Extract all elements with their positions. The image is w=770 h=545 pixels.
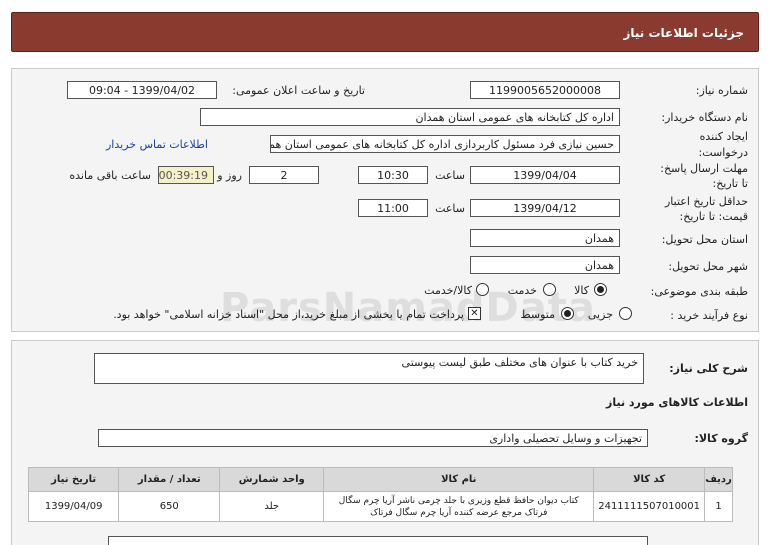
need-number-field: 1199005652000008 xyxy=(470,81,620,99)
category-both-radio[interactable] xyxy=(476,283,489,296)
summary-field: خرید کتاب با عنوان های مختلف طبق لیست پی… xyxy=(94,353,644,384)
cell-unit: جلد xyxy=(219,491,325,522)
process-label: نوع فرآیند خرید : xyxy=(670,309,748,322)
page-title: جزئیات اطلاعات نیاز xyxy=(623,26,744,40)
deadline-label-2: تا تاریخ: xyxy=(712,177,748,190)
category-goods-radio[interactable] xyxy=(594,283,607,296)
days-label: روز و xyxy=(217,169,242,182)
deadline-date-field: 1399/04/04 xyxy=(470,166,620,184)
goods-table: ردیف کد کالا نام کالا واحد شمارش تعداد /… xyxy=(27,467,733,522)
creator-label-1: ایجاد کننده xyxy=(699,130,748,143)
cell-row: 1 xyxy=(704,491,733,522)
process-medium-radio[interactable] xyxy=(561,307,574,320)
city-field: همدان xyxy=(470,256,620,274)
announce-label: تاریخ و ساعت اعلان عمومی: xyxy=(232,84,365,97)
buyer-field: اداره کل کتابخانه های عمومی استان همدان xyxy=(200,108,620,126)
province-field: همدان xyxy=(470,229,620,247)
deadline-time-field: 10:30 xyxy=(358,166,428,184)
category-both-label: کالا/خدمت xyxy=(424,284,472,297)
cell-code: 2411111507010001 xyxy=(593,491,706,522)
table-row: 1 2411111507010001 کتاب دیوان حافظ قطع و… xyxy=(27,491,733,522)
announce-field: 1399/04/02 - 09:04 xyxy=(67,81,217,99)
category-service-radio[interactable] xyxy=(543,283,556,296)
col-name: نام کالا xyxy=(323,467,595,492)
remaining-label: ساعت باقی مانده xyxy=(69,169,151,182)
goods-group-label: گروه کالا: xyxy=(694,432,748,445)
buyer-label: نام دستگاه خریدار: xyxy=(661,111,748,124)
validity-label-1: حداقل تاریخ اعتبار xyxy=(664,195,748,208)
cell-date: 1399/04/09 xyxy=(27,491,120,522)
category-label: طبقه بندی موضوعی: xyxy=(650,285,748,298)
col-qty: تعداد / مقدار xyxy=(118,467,221,492)
need-number-label: شماره نیاز: xyxy=(695,84,748,97)
col-row: ردیف xyxy=(704,467,733,492)
deadline-time-label: ساعت xyxy=(435,169,465,182)
process-medium-label: متوسط xyxy=(520,308,555,321)
cell-name: کتاب دیوان حافظ قطع وزیری با جلد چرمی نا… xyxy=(323,491,595,522)
deadline-label-1: مهلت ارسال پاسخ: xyxy=(660,162,748,175)
goods-table-header: ردیف کد کالا نام کالا واحد شمارش تعداد /… xyxy=(27,467,733,492)
validity-time-field: 11:00 xyxy=(358,199,428,217)
process-minor-label: جزیی xyxy=(587,308,613,321)
validity-label-2: قیمت: تا تاریخ: xyxy=(679,210,748,223)
remaining-time-field: 00:39:19 xyxy=(158,166,214,184)
days-field: 2 xyxy=(249,166,319,184)
goods-section-title: اطلاعات کالاهای مورد نیاز xyxy=(606,396,748,409)
col-code: کد کالا xyxy=(593,467,706,492)
page-header: جزئیات اطلاعات نیاز xyxy=(11,12,759,52)
summary-label: شرح کلی نیاز: xyxy=(669,362,748,375)
process-minor-radio[interactable] xyxy=(619,307,632,320)
province-label: استان محل تحویل: xyxy=(661,233,748,246)
creator-field: حسین نیازی فرد مسئول کاربردازی اداره کل … xyxy=(270,135,620,153)
treasury-checkbox[interactable]: ✕ xyxy=(468,307,481,320)
col-unit: واحد شمارش xyxy=(219,467,325,492)
validity-date-field: 1399/04/12 xyxy=(470,199,620,217)
category-goods-label: کالا xyxy=(574,284,589,297)
buyer-contact-link[interactable]: اطلاعات تماس خریدار xyxy=(106,138,208,151)
validity-time-label: ساعت xyxy=(435,202,465,215)
payment-note: پرداخت تمام یا بخشی از مبلغ خرید،از محل … xyxy=(113,308,464,321)
creator-label-2: درخواست: xyxy=(698,146,748,159)
city-label: شهر محل تحویل: xyxy=(668,260,748,273)
goods-group-field: تجهیزات و وسایل تحصیلی واداری xyxy=(98,429,648,447)
category-service-label: خدمت xyxy=(507,284,537,297)
buyer-notes-field xyxy=(108,536,648,545)
cell-qty: 650 xyxy=(118,491,221,522)
col-date: تاریخ نیاز xyxy=(27,467,120,492)
